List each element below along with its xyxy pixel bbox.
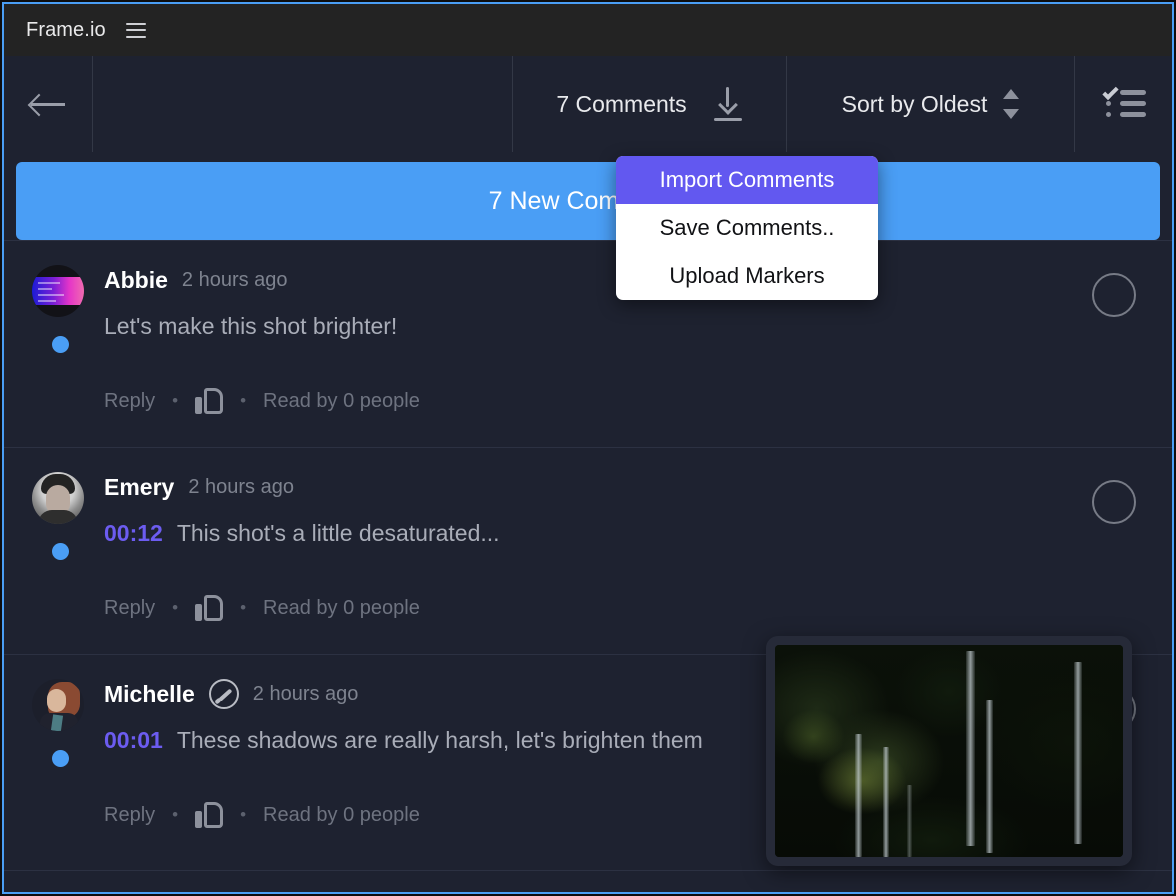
comment-header: Emery 2 hours ago: [4, 470, 1172, 504]
app-brand: Frame.io: [26, 18, 106, 41]
comment-select-circle[interactable]: [1092, 273, 1136, 317]
comment-timecode[interactable]: 00:01: [104, 727, 163, 754]
back-button[interactable]: [4, 56, 92, 152]
new-comments-banner[interactable]: 7 New Comments: [16, 162, 1160, 240]
emery-avatar: [32, 472, 84, 524]
comment-header: Abbie 2 hours ago: [4, 263, 1172, 297]
frameio-window: Frame.io 7 Comments Sort by Oldest 7 New…: [2, 2, 1174, 894]
separator-dot: •: [172, 805, 179, 824]
comment-select-circle[interactable]: [1092, 480, 1136, 524]
bottom-strip: [4, 870, 1172, 892]
hamburger-icon[interactable]: [125, 22, 146, 38]
comment-author: Emery: [104, 473, 175, 500]
menu-item-import-comments[interactable]: Import Comments: [616, 156, 878, 204]
comment-timecode[interactable]: 00:12: [104, 520, 163, 547]
thumbs-up-icon[interactable]: [195, 595, 224, 621]
forest-frame-thumbnail[interactable]: [766, 636, 1132, 866]
comment-time: 2 hours ago: [252, 682, 359, 705]
menu-item-save-comments[interactable]: Save Comments..: [616, 204, 878, 252]
separator-dot: •: [240, 805, 247, 824]
abbie-avatar: [32, 265, 84, 317]
download-icon[interactable]: [713, 87, 743, 121]
read-status: Read by 0 people: [263, 803, 420, 826]
separator-dot: •: [172, 391, 179, 410]
menu-item-upload-markers[interactable]: Upload Markers: [616, 252, 878, 300]
comment-author: Michelle: [104, 680, 195, 707]
annotation-brush-icon: [208, 679, 239, 709]
reply-button[interactable]: Reply: [104, 597, 155, 620]
comment-item: Emery 2 hours ago 00:12 This shot's a li…: [4, 447, 1172, 654]
separator-dot: •: [172, 598, 179, 617]
separator-dot: •: [240, 598, 247, 617]
checklist-icon: [1101, 83, 1146, 121]
sort-selector[interactable]: Sort by Oldest: [786, 56, 1074, 152]
unread-indicator: [52, 750, 69, 767]
thumbs-up-icon[interactable]: [195, 802, 224, 828]
comment-actions: Reply • • Read by 0 people: [4, 595, 1172, 621]
read-status: Read by 0 people: [263, 389, 420, 412]
comment-author: Abbie: [104, 266, 168, 293]
toolbar-spacer: [92, 56, 512, 152]
comment-time: 2 hours ago: [181, 268, 288, 291]
comment-text: This shot's a little desaturated...: [176, 520, 500, 546]
chevron-up-down-icon[interactable]: [1003, 87, 1020, 121]
checklist-button[interactable]: [1074, 56, 1172, 152]
separator-dot: •: [240, 391, 247, 410]
comment-text: Let's make this shot brighter!: [104, 313, 398, 339]
reply-button[interactable]: Reply: [104, 390, 155, 413]
unread-indicator: [52, 543, 69, 560]
comment-actions: Reply • • Read by 0 people: [4, 388, 1172, 414]
read-status: Read by 0 people: [263, 596, 420, 619]
thumbnail-image: [775, 645, 1123, 857]
comments-count-group: 7 Comments: [512, 56, 786, 152]
comment-text: These shadows are really harsh, let's br…: [176, 727, 703, 753]
arrow-left-icon: [31, 94, 65, 114]
comment-body: Let's make this shot brighter!: [4, 313, 1172, 340]
comment-item: Abbie 2 hours ago Let's make this shot b…: [4, 240, 1172, 447]
title-bar: Frame.io: [4, 4, 1172, 56]
michelle-avatar: [32, 679, 84, 731]
comment-time: 2 hours ago: [188, 475, 294, 498]
sort-label: Sort by Oldest: [841, 90, 988, 117]
comments-toolbar: 7 Comments Sort by Oldest: [4, 56, 1172, 152]
import-export-dropdown: Import Comments Save Comments.. Upload M…: [616, 156, 878, 300]
unread-indicator: [52, 336, 69, 353]
reply-button[interactable]: Reply: [104, 804, 155, 827]
comments-count-label: 7 Comments: [556, 90, 687, 117]
banner-container: 7 New Comments: [4, 152, 1172, 240]
thumbs-up-icon[interactable]: [195, 388, 224, 414]
comment-body: 00:12 This shot's a little desaturated..…: [4, 520, 1172, 547]
